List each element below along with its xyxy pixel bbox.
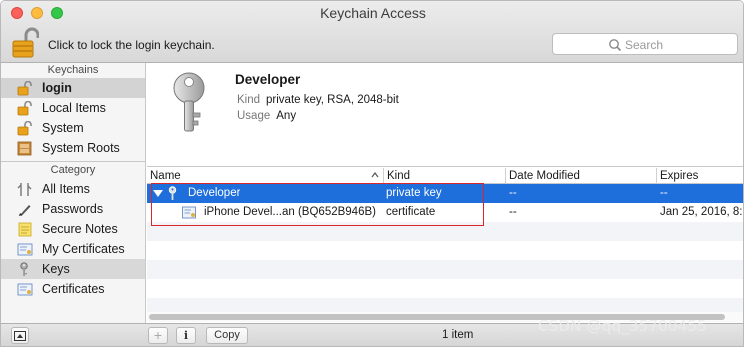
watermark-text: CSDN @qq_35700455 (538, 317, 707, 335)
sidebar-item-certificates[interactable]: Certificates (1, 279, 145, 299)
search-icon (609, 39, 622, 52)
note-icon (18, 222, 32, 237)
column-header-name[interactable]: Name (147, 169, 181, 183)
key-icon (20, 262, 28, 276)
sidebar-item-system-roots[interactable]: System Roots (1, 138, 145, 158)
sidebar-item-label: System Roots (42, 141, 120, 155)
row-expires: Jan 25, 2016, 8: (660, 206, 743, 218)
sidebar-item-secure-notes[interactable]: Secure Notes (1, 219, 145, 239)
column-header-kind[interactable]: Kind (384, 169, 410, 183)
lock-open-icon (17, 81, 32, 96)
search-placeholder: Search (625, 38, 664, 52)
item-name: Developer (235, 72, 301, 87)
sidebar-item-label: Secure Notes (42, 222, 118, 236)
lock-keychain-button[interactable] (11, 27, 40, 59)
sidebar-item-login[interactable]: login (1, 78, 145, 98)
all-items-icon (17, 183, 32, 196)
sidebar-toggle-icon (14, 331, 26, 341)
sidebar-item-all-items[interactable]: All Items (1, 179, 145, 199)
lock-hint-text: Click to lock the login keychain. (48, 38, 215, 52)
sidebar-item-keys[interactable]: Keys (1, 259, 145, 279)
sort-ascending-icon (371, 172, 379, 178)
empty-row (147, 260, 743, 279)
usage-label: Usage (237, 110, 271, 122)
annotation-highlight-box (151, 183, 484, 226)
sidebar-item-label: My Certificates (42, 242, 125, 256)
category-header: Category (50, 164, 96, 176)
empty-row (147, 279, 743, 298)
column-header-date-modified[interactable]: Date Modified (506, 169, 580, 183)
sidebar-item-my-certificates[interactable]: My Certificates (1, 239, 145, 259)
kind-row: Kind private key, RSA, 2048-bit (237, 94, 399, 106)
add-item-button[interactable]: + (148, 327, 168, 344)
certificate-icon (17, 283, 33, 296)
keychain-access-window: Keychain Access Click to lock the login … (0, 0, 744, 347)
column-header-expires[interactable]: Expires (657, 169, 698, 183)
info-button[interactable]: i (176, 327, 196, 344)
item-count-status: 1 item (442, 329, 474, 341)
sidebar-item-label: System (42, 121, 84, 135)
pen-icon (19, 205, 31, 216)
usage-row: Usage Any (237, 110, 296, 122)
window-title: Keychain Access (320, 5, 426, 21)
cabinet-icon (17, 141, 32, 156)
item-detail-panel: Developer Kind private key, RSA, 2048-bit… (147, 63, 743, 167)
show-sidebar-button[interactable] (11, 327, 29, 344)
sidebar-item-passwords[interactable]: Passwords (1, 199, 145, 219)
toolbar: Keychain Access Click to lock the login … (1, 1, 743, 63)
empty-row (147, 241, 743, 260)
lock-open-icon (17, 121, 32, 136)
keychains-header: Keychains (47, 64, 99, 76)
search-field[interactable]: Search (552, 33, 738, 55)
sidebar-item-label: Passwords (42, 202, 104, 216)
sidebar-item-label: Local Items (42, 101, 106, 115)
sidebar-item-label: All Items (42, 182, 90, 196)
usage-value: Any (276, 110, 297, 122)
sidebar-item-system[interactable]: System (1, 118, 145, 138)
row-expires: -- (660, 187, 668, 199)
copy-button[interactable]: Copy (206, 327, 248, 344)
certificate-icon (17, 243, 33, 256)
sidebar-item-local-items[interactable]: Local Items (1, 98, 145, 118)
lock-open-icon (12, 27, 40, 58)
row-date-modified: -- (509, 206, 517, 218)
key-icon (173, 72, 205, 132)
row-date-modified: -- (509, 187, 517, 199)
lock-open-icon (17, 101, 32, 116)
kind-label: Kind (237, 94, 261, 106)
table-header: Name Kind Date Modified Expires (147, 168, 743, 184)
sidebar-item-label: Certificates (42, 282, 105, 296)
sidebar-item-label: login (42, 81, 72, 95)
kind-value: private key, RSA, 2048-bit (266, 94, 399, 106)
sidebar: Keychains login Local Items System Syste… (1, 63, 146, 323)
sidebar-item-label: Keys (42, 262, 70, 276)
